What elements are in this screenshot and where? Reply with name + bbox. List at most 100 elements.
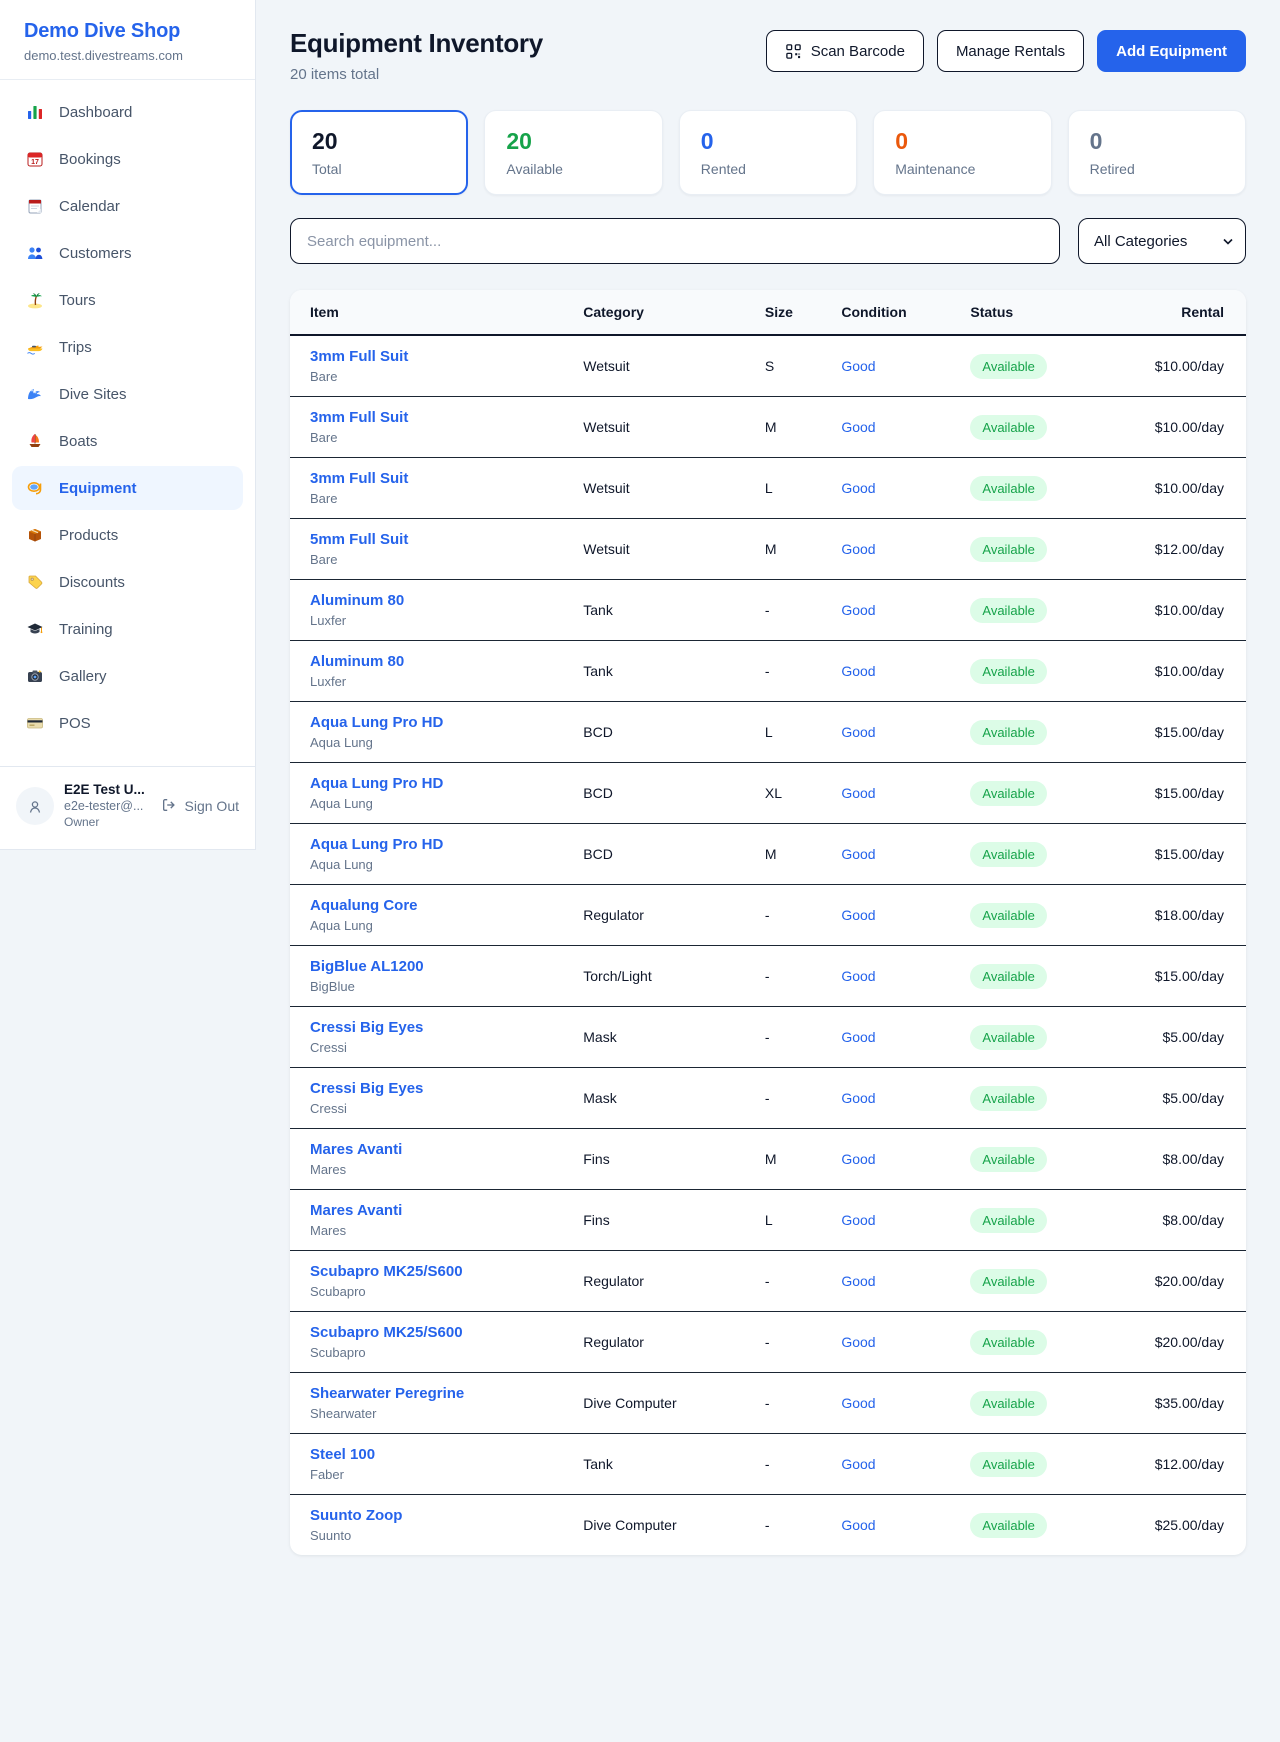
equipment-table: ItemCategorySizeConditionStatusRental 3m… [290, 290, 1246, 1555]
equipment-link[interactable]: Shearwater Peregrine [310, 1385, 551, 1402]
equipment-link[interactable]: Aqualung Core [310, 897, 551, 914]
category-select[interactable]: All Categories [1078, 218, 1246, 264]
equipment-link[interactable]: Aqua Lung Pro HD [310, 836, 551, 853]
size-cell: L [749, 1190, 825, 1251]
category-cell: Tank [567, 641, 749, 702]
condition-link[interactable]: Good [841, 907, 875, 923]
sidebar-item-calendar[interactable]: Calendar [12, 184, 243, 228]
condition-link[interactable]: Good [841, 1090, 875, 1106]
user-name: E2E Test U... [64, 782, 145, 797]
condition-link[interactable]: Good [841, 480, 875, 496]
stat-card-retired[interactable]: 0Retired [1068, 110, 1246, 195]
equipment-link[interactable]: 3mm Full Suit [310, 409, 551, 426]
equipment-link[interactable]: BigBlue AL1200 [310, 958, 551, 975]
condition-link[interactable]: Good [841, 541, 875, 557]
stat-card-rented[interactable]: 0Rented [679, 110, 857, 195]
stat-label: Maintenance [895, 161, 1029, 177]
sidebar-item-boats[interactable]: Boats [12, 419, 243, 463]
condition-link[interactable]: Good [841, 1151, 875, 1167]
condition-link[interactable]: Good [841, 1029, 875, 1045]
sidebar-item-label: Discounts [59, 574, 125, 591]
condition-link[interactable]: Good [841, 602, 875, 618]
condition-link[interactable]: Good [841, 785, 875, 801]
condition-link[interactable]: Good [841, 1395, 875, 1411]
size-cell: - [749, 1373, 825, 1434]
sidebar-item-training[interactable]: Training [12, 607, 243, 651]
sidebar-item-products[interactable]: Products [12, 513, 243, 557]
condition-link[interactable]: Good [841, 1456, 875, 1472]
user-role: Owner [64, 815, 145, 829]
status-badge: Available [970, 598, 1047, 623]
condition-link[interactable]: Good [841, 724, 875, 740]
equipment-link[interactable]: Cressi Big Eyes [310, 1080, 551, 1097]
category-cell: Wetsuit [567, 335, 749, 397]
condition-link[interactable]: Good [841, 1212, 875, 1228]
equipment-link[interactable]: Aqua Lung Pro HD [310, 714, 551, 731]
equipment-link[interactable]: Scubapro MK25/S600 [310, 1324, 551, 1341]
condition-link[interactable]: Good [841, 968, 875, 984]
equipment-link[interactable]: Aqua Lung Pro HD [310, 775, 551, 792]
calendar-icon [26, 197, 44, 215]
equipment-link[interactable]: 3mm Full Suit [310, 348, 551, 365]
scan-barcode-button[interactable]: Scan Barcode [766, 30, 924, 72]
add-equipment-button[interactable]: Add Equipment [1097, 30, 1246, 72]
equipment-link[interactable]: Aluminum 80 [310, 592, 551, 609]
table-row: Suunto ZoopSuuntoDive Computer-GoodAvail… [290, 1495, 1246, 1556]
sidebar-item-dive-sites[interactable]: Dive Sites [12, 372, 243, 416]
sidebar-item-equipment[interactable]: Equipment [12, 466, 243, 510]
sidebar-item-pos[interactable]: POS [12, 701, 243, 745]
size-cell: - [749, 1495, 825, 1556]
condition-link[interactable]: Good [841, 1273, 875, 1289]
camera-icon [26, 667, 44, 685]
equipment-brand: Cressi [310, 1040, 551, 1055]
sidebar-item-gallery[interactable]: Gallery [12, 654, 243, 698]
condition-link[interactable]: Good [841, 358, 875, 374]
size-cell: - [749, 1434, 825, 1495]
sidebar-item-customers[interactable]: Customers [12, 231, 243, 275]
stat-card-available[interactable]: 20Available [484, 110, 662, 195]
equipment-link[interactable]: Aluminum 80 [310, 653, 551, 670]
equipment-link[interactable]: Cressi Big Eyes [310, 1019, 551, 1036]
status-badge: Available [970, 720, 1047, 745]
table-row: Aqua Lung Pro HDAqua LungBCDLGoodAvailab… [290, 702, 1246, 763]
equipment-brand: Aqua Lung [310, 735, 551, 750]
sidebar-item-dashboard[interactable]: Dashboard [12, 90, 243, 134]
condition-link[interactable]: Good [841, 1334, 875, 1350]
stat-label: Rented [701, 161, 835, 177]
size-cell: L [749, 458, 825, 519]
condition-link[interactable]: Good [841, 419, 875, 435]
sidebar-item-trips[interactable]: Trips [12, 325, 243, 369]
table-row: Shearwater PeregrineShearwaterDive Compu… [290, 1373, 1246, 1434]
rental-cell: $10.00/day [1098, 641, 1246, 702]
status-badge: Available [970, 1330, 1047, 1355]
table-row: Scubapro MK25/S600ScubaproRegulator-Good… [290, 1312, 1246, 1373]
condition-link[interactable]: Good [841, 1517, 875, 1533]
equipment-link[interactable]: Scubapro MK25/S600 [310, 1263, 551, 1280]
equipment-link[interactable]: Mares Avanti [310, 1141, 551, 1158]
equipment-link[interactable]: Mares Avanti [310, 1202, 551, 1219]
table-row: 3mm Full SuitBareWetsuitLGoodAvailable$1… [290, 458, 1246, 519]
stat-card-total[interactable]: 20Total [290, 110, 468, 195]
table-row: Aluminum 80LuxferTank-GoodAvailable$10.0… [290, 580, 1246, 641]
condition-link[interactable]: Good [841, 663, 875, 679]
table-row: Aqua Lung Pro HDAqua LungBCDXLGoodAvaila… [290, 763, 1246, 824]
table-row: Cressi Big EyesCressiMask-GoodAvailable$… [290, 1068, 1246, 1129]
stat-card-maintenance[interactable]: 0Maintenance [873, 110, 1051, 195]
condition-link[interactable]: Good [841, 846, 875, 862]
search-input[interactable] [290, 218, 1060, 264]
wave-icon [26, 385, 44, 403]
equipment-link[interactable]: 3mm Full Suit [310, 470, 551, 487]
sidebar-item-tours[interactable]: Tours [12, 278, 243, 322]
sign-out-button[interactable]: Sign Out [161, 797, 239, 815]
equipment-link[interactable]: Suunto Zoop [310, 1507, 551, 1524]
equipment-brand: Faber [310, 1467, 551, 1482]
equipment-link[interactable]: 5mm Full Suit [310, 531, 551, 548]
manage-rentals-button[interactable]: Manage Rentals [937, 30, 1084, 72]
category-cell: BCD [567, 763, 749, 824]
item-cell: 3mm Full SuitBare [290, 335, 567, 397]
equipment-brand: Scubapro [310, 1284, 551, 1299]
sidebar-item-discounts[interactable]: Discounts [12, 560, 243, 604]
equipment-link[interactable]: Steel 100 [310, 1446, 551, 1463]
sidebar-item-bookings[interactable]: 17Bookings [12, 137, 243, 181]
rental-cell: $15.00/day [1098, 946, 1246, 1007]
